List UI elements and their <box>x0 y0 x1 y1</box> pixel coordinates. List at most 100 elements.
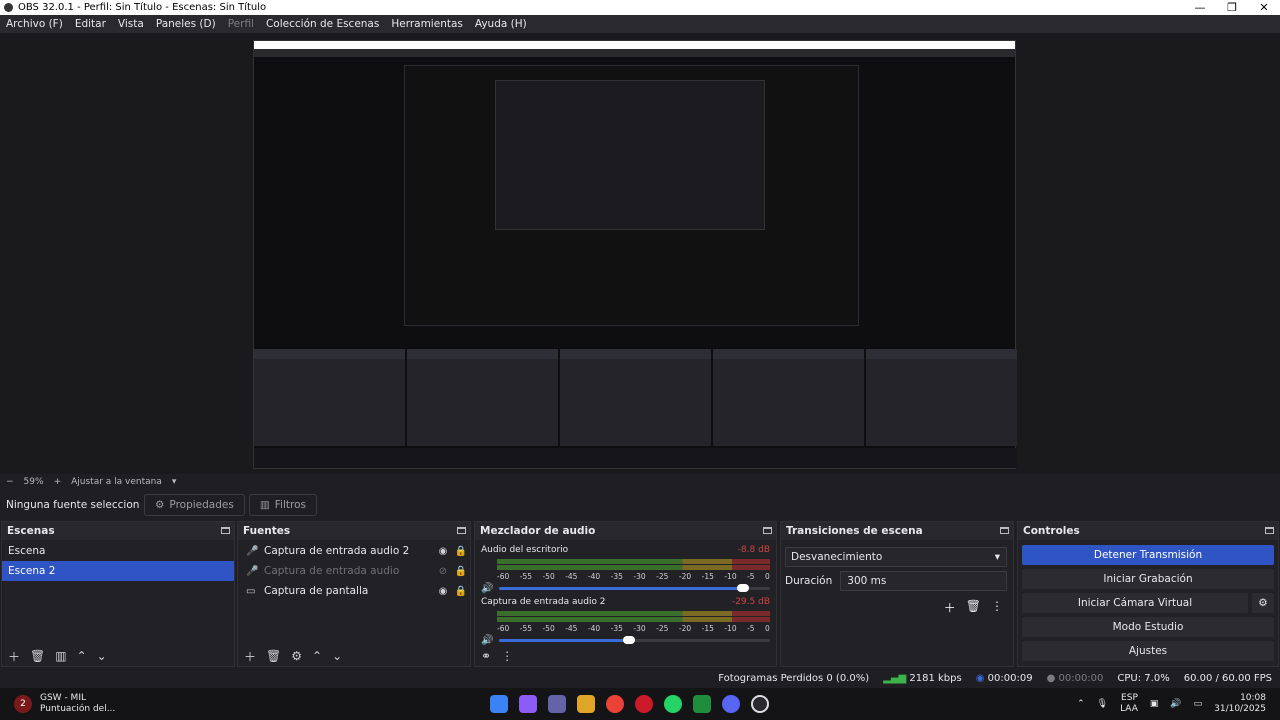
clock[interactable]: 10:08 31/10/2025 <box>1214 693 1266 715</box>
undock-icon[interactable] <box>457 527 466 534</box>
zoom-in-button[interactable]: + <box>54 477 62 487</box>
gear-icon[interactable]: ⚙ <box>291 649 302 663</box>
tick-label: -5 <box>747 572 755 581</box>
start-recording-button[interactable]: Iniciar Grabación <box>1022 569 1274 589</box>
filter-icon[interactable]: ▥ <box>55 649 66 663</box>
network-icon[interactable]: ▣ <box>1150 699 1159 709</box>
start-virtual-camera-button[interactable]: Iniciar Cámara Virtual <box>1022 593 1248 613</box>
drive-icon[interactable] <box>693 695 711 713</box>
arrow-down-icon[interactable]: ⌄ <box>97 649 107 663</box>
source-item[interactable]: ▭ Captura de pantalla ◉ 🔒 <box>238 581 470 601</box>
menu-herramientas[interactable]: Herramientas <box>385 18 469 30</box>
chevron-up-icon[interactable]: ⌃ <box>1077 699 1085 709</box>
duration-input[interactable]: 300 ms <box>840 571 1007 591</box>
properties-button[interactable]: ⚙ Propiedades <box>144 494 245 516</box>
add-icon[interactable]: ＋ <box>8 648 20 665</box>
eye-icon[interactable]: ◉ <box>434 546 452 557</box>
badge-count: 2 <box>20 699 26 709</box>
discord-icon[interactable] <box>722 695 740 713</box>
speaker-icon[interactable]: 🔊 <box>481 635 493 646</box>
menu-paneles[interactable]: Paneles (D) <box>150 18 222 30</box>
filters-button[interactable]: ▥ Filtros <box>248 494 317 516</box>
controls-body: Detener Transmisión Iniciar Grabación In… <box>1018 541 1278 666</box>
lock-icon[interactable]: 🔒 <box>452 546 470 557</box>
more-icon[interactable]: ⋮ <box>501 649 513 663</box>
minimize-button[interactable]: — <box>1184 1 1216 14</box>
maximize-button[interactable]: ❐ <box>1216 1 1248 14</box>
transition-value: Desvanecimiento <box>791 551 883 563</box>
level-meter <box>497 565 770 570</box>
menu-perfil[interactable]: Perfil <box>222 18 260 30</box>
eye-hidden-icon[interactable]: ⊘ <box>434 566 452 577</box>
nested-preview <box>404 65 859 326</box>
folder-icon[interactable] <box>577 695 595 713</box>
trash-icon[interactable]: 🗑 <box>966 599 981 616</box>
source-item[interactable]: 🎤 Captura de entrada audio 2 ◉ 🔒 <box>238 541 470 561</box>
gear-icon[interactable]: ⚙ <box>1252 593 1274 613</box>
menu-ayuda[interactable]: Ayuda (H) <box>469 18 533 30</box>
menu-bar: Archivo (F) Editar Vista Paneles (D) Per… <box>0 15 1280 33</box>
settings-button[interactable]: Ajustes <box>1022 641 1274 661</box>
undock-icon[interactable] <box>1000 527 1009 534</box>
chevron-down-icon[interactable]: ▾ <box>172 477 177 487</box>
source-item[interactable]: 🎤 Captura de entrada audio ⊘ 🔒 <box>238 561 470 581</box>
volume-knob[interactable] <box>623 635 636 644</box>
window-title: OBS 32.0.1 - Perfil: Sin Título - Escena… <box>0 2 1184 13</box>
studio-mode-button[interactable]: Modo Estudio <box>1022 617 1274 637</box>
zoom-out-button[interactable]: − <box>6 477 14 487</box>
transition-select[interactable]: Desvanecimiento ▾ <box>785 547 1007 567</box>
tick-label: -35 <box>610 624 623 633</box>
trash-icon[interactable]: 🗑 <box>30 649 45 663</box>
menu-vista[interactable]: Vista <box>112 18 150 30</box>
mixer-header: Mezclador de audio <box>475 522 776 540</box>
whatsapp-icon[interactable] <box>664 695 682 713</box>
arrow-down-icon[interactable]: ⌄ <box>332 649 342 663</box>
volume-slider[interactable] <box>499 583 770 592</box>
battery-icon[interactable]: ▭ <box>1194 699 1203 709</box>
trash-icon[interactable]: 🗑 <box>266 649 281 663</box>
add-icon[interactable]: ＋ <box>244 648 256 665</box>
channel-name: Captura de entrada audio 2 <box>481 597 606 607</box>
menu-archivo[interactable]: Archivo (F) <box>0 18 69 30</box>
volume-icon[interactable]: 🔊 <box>1170 699 1181 709</box>
chrome-icon[interactable] <box>606 695 624 713</box>
add-icon[interactable]: ＋ <box>944 599 956 616</box>
arrow-up-icon[interactable]: ⌃ <box>77 649 87 663</box>
opera-icon[interactable] <box>635 695 653 713</box>
undock-icon[interactable] <box>221 527 230 534</box>
tick-label: -40 <box>587 572 601 581</box>
undock-icon[interactable] <box>763 527 772 534</box>
scene-item[interactable]: Escena <box>2 541 234 561</box>
undock-icon[interactable] <box>1265 527 1274 534</box>
duration-row: Duración 300 ms <box>785 571 1007 591</box>
fit-window-button[interactable]: Ajustar a la ventana <box>71 477 162 487</box>
app-subtitle: Puntuación del... <box>40 704 116 714</box>
lock-icon[interactable]: 🔒 <box>452 566 470 577</box>
nested-dock <box>713 349 864 446</box>
stop-stream-button[interactable]: Detener Transmisión <box>1022 545 1274 565</box>
link-icon[interactable]: ⚭ <box>481 649 491 663</box>
menu-coleccion[interactable]: Colección de Escenas <box>260 18 385 30</box>
language-indicator[interactable]: ESP LAA <box>1120 693 1138 715</box>
close-button[interactable]: ✕ <box>1248 1 1280 14</box>
eye-icon[interactable]: ◉ <box>434 586 452 597</box>
menu-editar[interactable]: Editar <box>69 18 112 30</box>
arrow-up-icon[interactable]: ⌃ <box>312 649 322 663</box>
copilot-icon[interactable] <box>519 695 537 713</box>
volume-slider[interactable] <box>499 635 770 644</box>
teams-icon[interactable] <box>548 695 566 713</box>
windows-start-icon[interactable] <box>490 695 508 713</box>
sources-dock: Fuentes 🎤 Captura de entrada audio 2 ◉ 🔒… <box>237 521 471 667</box>
mic-icon[interactable]: 🎙 <box>1097 699 1108 709</box>
volume-knob[interactable] <box>736 583 749 592</box>
source-name: Captura de entrada audio <box>264 565 400 577</box>
level-meter <box>497 559 770 564</box>
obs-icon[interactable] <box>751 695 769 713</box>
notification-app[interactable]: 2 GSW - MIL Puntuación del... <box>0 693 490 715</box>
more-icon[interactable]: ⋮ <box>991 599 1003 616</box>
scene-item-selected[interactable]: Escena 2 <box>2 561 234 581</box>
scenes-list: Escena Escena 2 <box>2 541 234 646</box>
speaker-icon[interactable]: 🔊 <box>481 583 493 594</box>
app-name: GSW - MIL <box>40 693 86 703</box>
lock-icon[interactable]: 🔒 <box>452 586 470 597</box>
